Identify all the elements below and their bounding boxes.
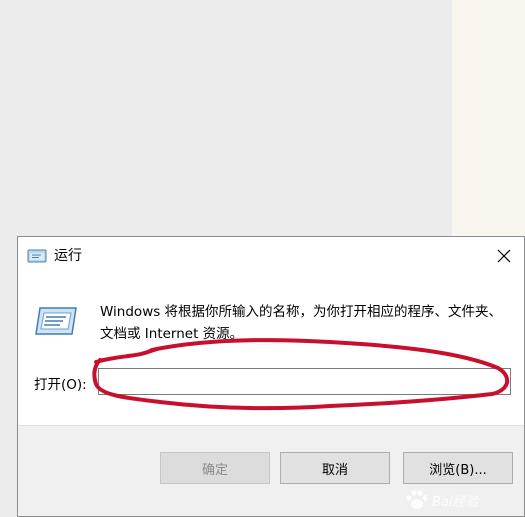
open-input[interactable] — [98, 368, 511, 395]
run-window-icon — [27, 249, 47, 263]
dialog-title: 运行 — [54, 248, 82, 264]
open-label: 打开(O): — [34, 377, 87, 393]
dialog-description: Windows 将根据你所输入的名称，为你打开相应的程序、文件夹、文档或 Int… — [100, 304, 503, 342]
ok-button[interactable]: 确定 — [160, 452, 270, 484]
title-bar[interactable]: 运行 — [18, 237, 524, 275]
run-program-icon — [35, 307, 77, 335]
close-icon — [497, 249, 511, 263]
cancel-button[interactable]: 取消 — [280, 452, 390, 484]
dialog-content: Windows 将根据你所输入的名称，为你打开相应的程序、文件夹、文档或 Int… — [18, 275, 524, 425]
dialog-footer: 确定 取消 浏览(B)... — [18, 425, 524, 516]
browse-button[interactable]: 浏览(B)... — [403, 452, 513, 484]
close-button[interactable] — [484, 237, 524, 275]
run-dialog: 运行 Windows 将根据你所输入的名称，为你打开相应的程序、文件夹、文档或 … — [17, 236, 525, 517]
